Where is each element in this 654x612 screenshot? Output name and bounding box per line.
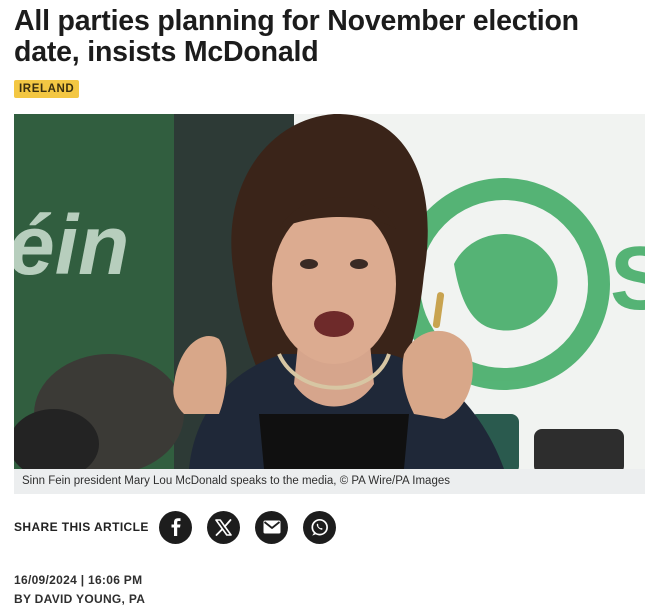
x-icon — [215, 518, 232, 536]
whatsapp-icon — [311, 518, 328, 536]
share-x-button[interactable] — [207, 510, 240, 544]
backdrop-banner-text: éin — [14, 198, 129, 292]
share-label: SHARE THIS ARTICLE — [14, 520, 149, 534]
backdrop-logo-text: S — [610, 229, 645, 329]
image-caption: Sinn Fein president Mary Lou McDonald sp… — [14, 469, 645, 494]
share-facebook-button[interactable] — [159, 510, 192, 544]
facebook-icon — [171, 518, 180, 536]
article-hero-image: éin S — [14, 114, 645, 469]
article-headline: All parties planning for November electi… — [14, 5, 579, 68]
email-icon — [263, 520, 280, 534]
share-email-button[interactable] — [255, 510, 288, 544]
category-tag[interactable]: IRELAND — [14, 80, 80, 98]
share-bar: SHARE THIS ARTICLE — [14, 510, 351, 544]
share-whatsapp-button[interactable] — [303, 510, 336, 544]
publish-date: 16/09/2024 | 16:06 PM — [14, 573, 143, 587]
author-byline: BY DAVID YOUNG, PA — [14, 592, 146, 606]
